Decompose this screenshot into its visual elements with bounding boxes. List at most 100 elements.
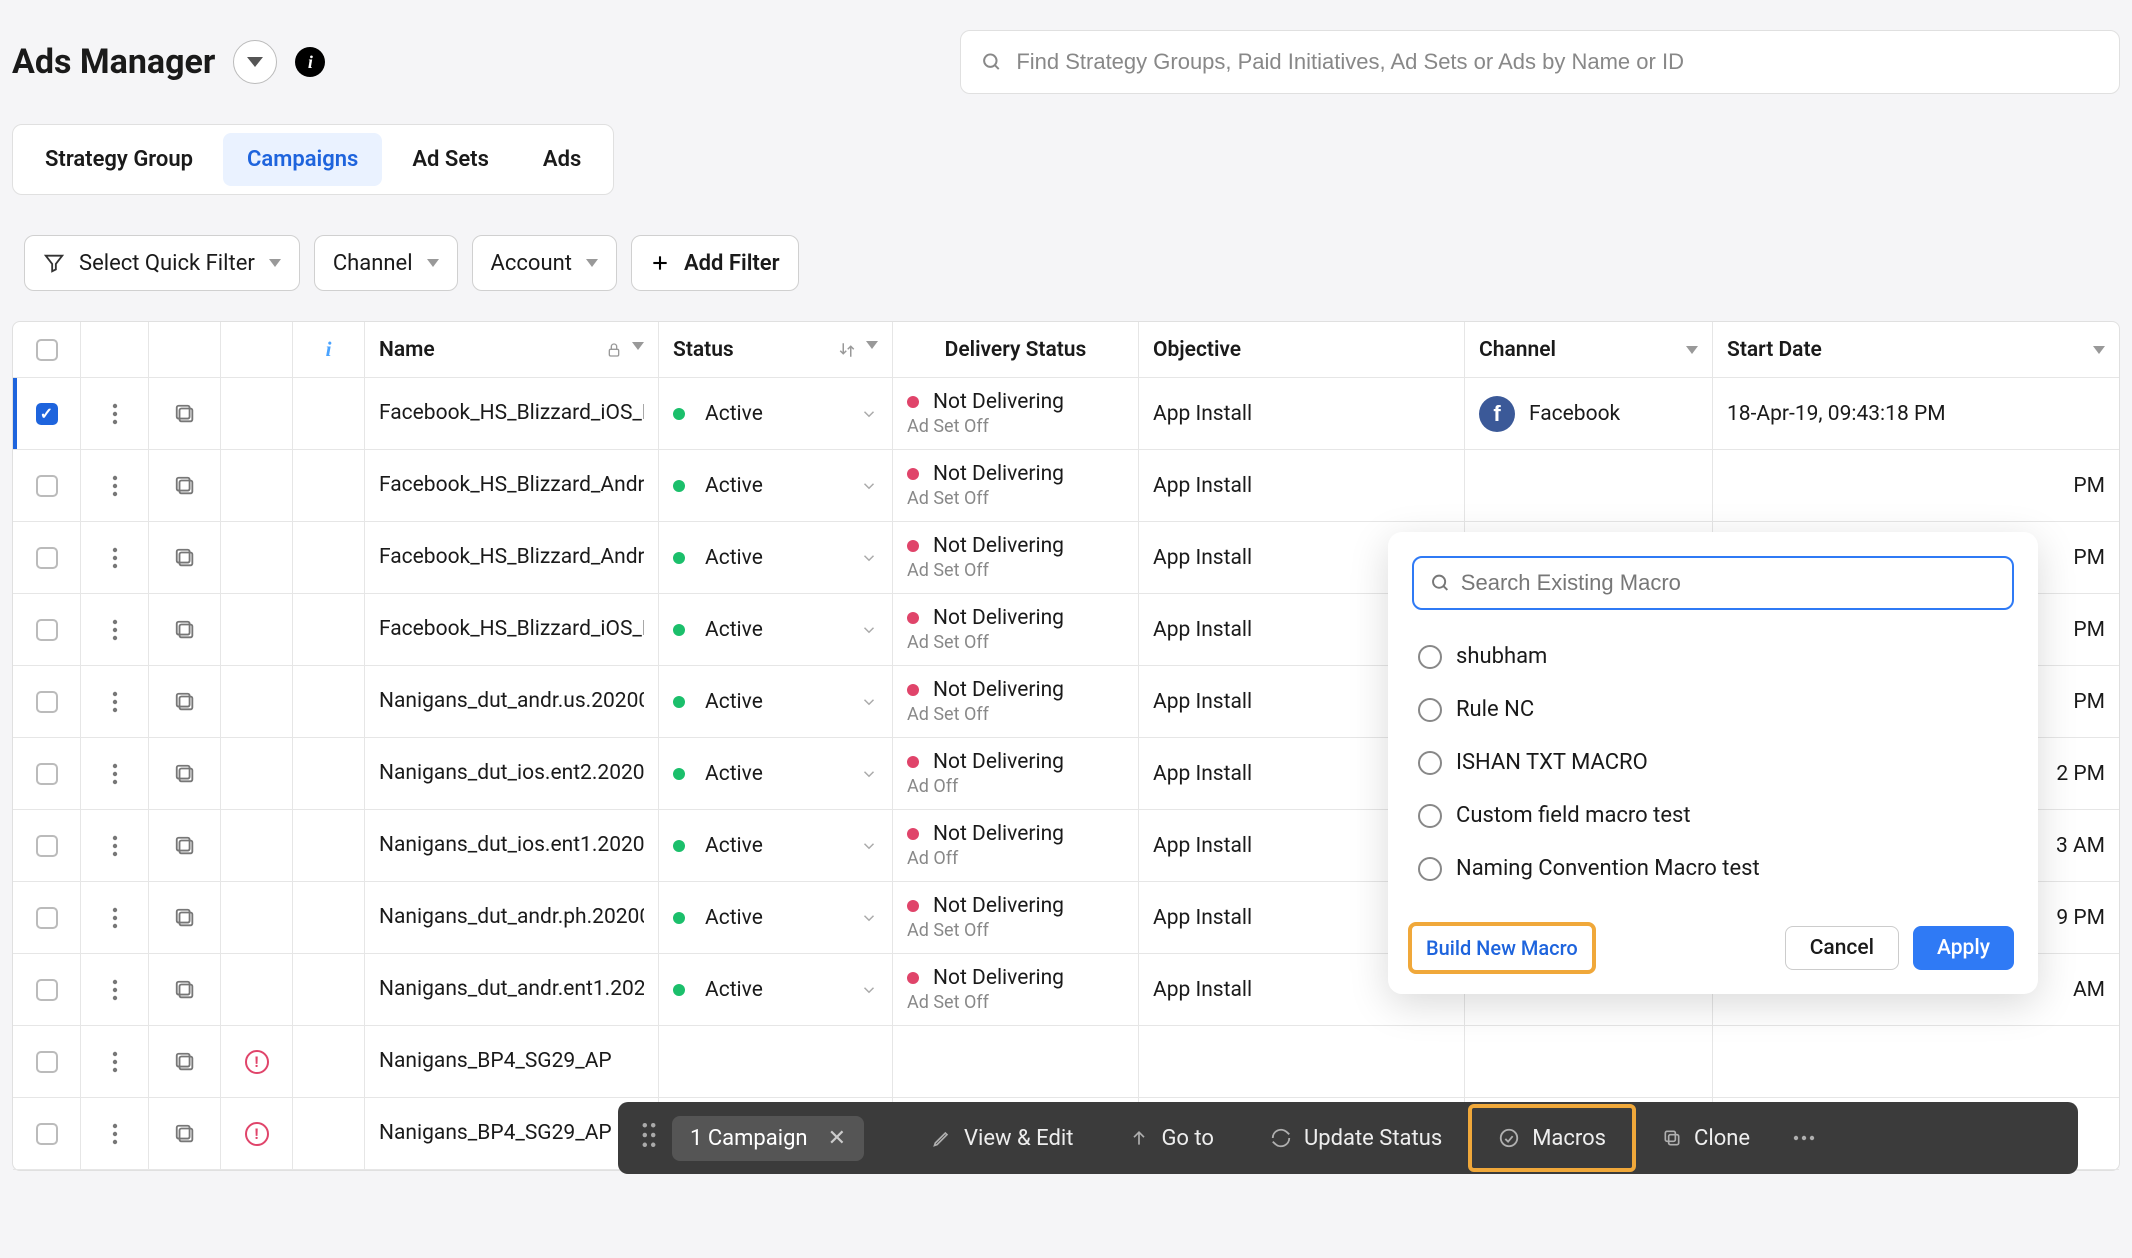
objective-header[interactable]: Objective (1139, 322, 1465, 377)
delivery-header[interactable]: Delivery Status (893, 322, 1139, 377)
macro-option[interactable]: Custom field macro test (1412, 789, 2014, 842)
update-status-button[interactable]: Update Status (1242, 1102, 1470, 1174)
tab-strategy-group[interactable]: Strategy Group (21, 133, 217, 186)
macro-option[interactable]: Rule NC (1412, 683, 2014, 736)
row-delivery-text: Not Delivering (933, 606, 1064, 630)
row-status-dropdown[interactable]: Active (659, 666, 893, 737)
row-checkbox[interactable] (13, 378, 81, 449)
quick-filter-dropdown[interactable]: Select Quick Filter (24, 235, 300, 291)
row-status-dropdown[interactable]: Active (659, 954, 893, 1025)
add-filter-button[interactable]: Add Filter (631, 235, 799, 291)
row-name[interactable]: Nanigans_dut_ios.ent1.20200927 (365, 810, 659, 881)
search-input[interactable] (1016, 49, 2099, 75)
drag-handle-icon[interactable] (632, 1121, 666, 1155)
row-expand-button[interactable] (149, 954, 221, 1025)
row-actions-menu[interactable] (81, 378, 149, 449)
view-edit-button[interactable]: View & Edit (904, 1102, 1101, 1174)
macro-option[interactable]: shubham (1412, 630, 2014, 683)
row-expand-button[interactable] (149, 1098, 221, 1169)
row-name-text: Nanigans_BP4_SG29_AP (379, 1048, 612, 1074)
row-expand-button[interactable] (149, 522, 221, 593)
macros-button[interactable]: Macros (1470, 1106, 1634, 1170)
row-checkbox[interactable] (13, 666, 81, 737)
row-checkbox[interactable] (13, 522, 81, 593)
macro-option[interactable]: Naming Convention Macro test (1412, 842, 2014, 895)
row-actions-menu[interactable] (81, 594, 149, 665)
macro-search-input[interactable] (1461, 570, 1996, 596)
row-actions-menu[interactable] (81, 810, 149, 881)
row-checkbox[interactable] (13, 1026, 81, 1097)
row-name[interactable]: Nanigans_dut_andr.ph.20200905 (365, 882, 659, 953)
account-filter-dropdown[interactable]: Account (472, 235, 617, 291)
row-status-dropdown[interactable]: Active (659, 450, 893, 521)
row-checkbox[interactable] (13, 594, 81, 665)
macro-option[interactable]: ISHAN TXT MACRO (1412, 736, 2014, 789)
row-name[interactable]: Nanigans_BP4_SG29_AP (365, 1026, 659, 1097)
channel-header[interactable]: Channel (1465, 322, 1713, 377)
macro-option[interactable]: Picklist Saved Action (1412, 895, 2014, 910)
row-name[interactable]: Facebook_HS_Blizzard_iOS_LA_Eve... (365, 378, 659, 449)
row-actions-menu[interactable] (81, 1026, 149, 1097)
more-actions-button[interactable] (1778, 1102, 1830, 1174)
row-actions-menu[interactable] (81, 1098, 149, 1169)
row-status-dropdown[interactable]: Active (659, 378, 893, 449)
row-status-dropdown[interactable]: Active (659, 522, 893, 593)
row-expand-button[interactable] (149, 666, 221, 737)
row-status-dropdown[interactable]: Active (659, 594, 893, 665)
row-checkbox[interactable] (13, 450, 81, 521)
row-checkbox[interactable] (13, 954, 81, 1025)
row-actions-menu[interactable] (81, 450, 149, 521)
macro-search-field[interactable] (1412, 556, 2014, 610)
tab-ads[interactable]: Ads (519, 133, 605, 186)
row-name[interactable]: Facebook_HS_Blizzard_iOS_LA_Eve... (365, 594, 659, 665)
more-icon (1792, 1135, 1816, 1141)
tab-campaigns[interactable]: Campaigns (223, 133, 382, 186)
info-icon[interactable]: i (295, 47, 325, 77)
row-checkbox[interactable] (13, 738, 81, 809)
apply-button[interactable]: Apply (1913, 926, 2014, 970)
row-actions-menu[interactable] (81, 954, 149, 1025)
row-expand-button[interactable] (149, 594, 221, 665)
build-new-macro-link[interactable]: Build New Macro (1412, 926, 1592, 970)
row-actions-menu[interactable] (81, 882, 149, 953)
row-status-dropdown[interactable]: Active (659, 810, 893, 881)
row-checkbox[interactable] (13, 810, 81, 881)
global-search[interactable] (960, 30, 2120, 94)
row-expand-button[interactable] (149, 882, 221, 953)
select-all-header[interactable] (13, 322, 81, 377)
row-name[interactable]: Nanigans_dut_andr.us.20200923 (365, 666, 659, 737)
row-expand-button[interactable] (149, 810, 221, 881)
row-name[interactable]: Nanigans_dut_andr.ent1.20200728 (365, 954, 659, 1025)
row-name[interactable]: Nanigans_BP4_SG29_AP (365, 1098, 659, 1169)
row-checkbox[interactable] (13, 1098, 81, 1169)
row-checkbox[interactable] (13, 882, 81, 953)
cancel-button[interactable]: Cancel (1785, 926, 1899, 970)
channel-header-label: Channel (1479, 338, 1556, 362)
name-header[interactable]: Name (365, 322, 659, 377)
row-name-text: Nanigans_dut_andr.ent1.20200728 (379, 976, 644, 1002)
row-name[interactable]: Nanigans_dut_ios.ent2.20200905 (365, 738, 659, 809)
row-expand-button[interactable] (149, 450, 221, 521)
row-actions-menu[interactable] (81, 738, 149, 809)
row-expand-button[interactable] (149, 378, 221, 449)
row-name[interactable]: Facebook_HS_Blizzard_Android_LA... (365, 522, 659, 593)
start-date-header[interactable]: Start Date (1713, 322, 2119, 377)
clear-selection-button[interactable]: ✕ (828, 1126, 846, 1151)
channel-filter-dropdown[interactable]: Channel (314, 235, 458, 291)
row-status-dropdown[interactable]: Active (659, 738, 893, 809)
row-status-dropdown[interactable] (659, 1026, 893, 1097)
row-status-dropdown[interactable]: Active (659, 882, 893, 953)
row-actions-menu[interactable] (81, 522, 149, 593)
title-dropdown-button[interactable] (233, 40, 277, 84)
status-header[interactable]: Status (659, 322, 893, 377)
row-name[interactable]: Facebook_HS_Blizzard_Android_LA... (365, 450, 659, 521)
clone-button[interactable]: Clone (1634, 1102, 1778, 1174)
row-expand-button[interactable] (149, 738, 221, 809)
row-actions-menu[interactable] (81, 666, 149, 737)
row-expand-button[interactable] (149, 1026, 221, 1097)
actions-header (81, 322, 149, 377)
tab-ad-sets[interactable]: Ad Sets (388, 133, 513, 186)
go-to-button[interactable]: Go to (1101, 1102, 1242, 1174)
clone-icon (1662, 1128, 1682, 1148)
status-dot-icon (673, 552, 685, 564)
